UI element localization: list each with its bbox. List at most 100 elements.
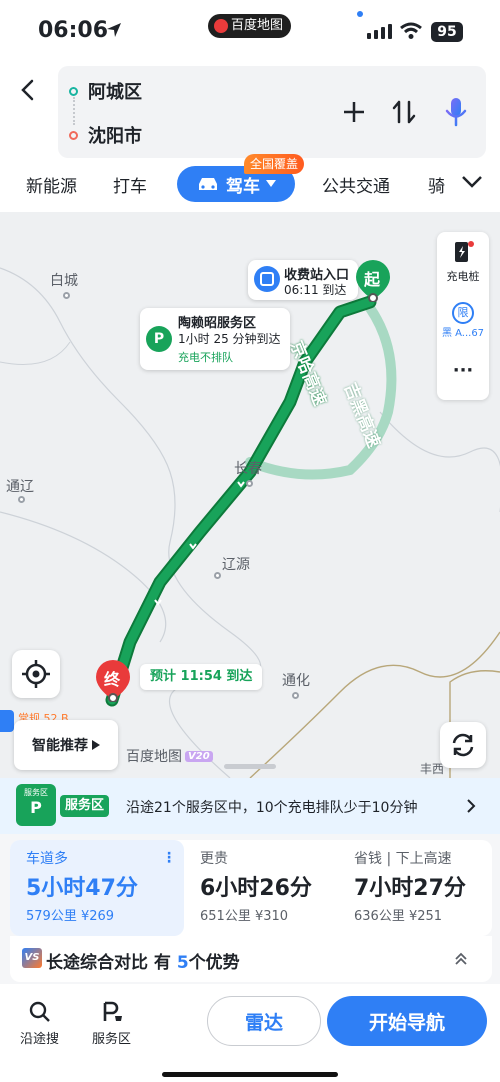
- bottom-action-bar: 沿途搜 服务区 雷达 开始导航: [0, 984, 500, 1082]
- route-option-1[interactable]: 车道多 5小时47分 579公里 ¥269 ⋮: [10, 840, 184, 936]
- compare-text: 长途综合对比 有 5个优势: [46, 953, 240, 973]
- locate-button[interactable]: [12, 650, 60, 698]
- service-area-note: 充电不排队: [178, 351, 233, 364]
- smart-recommend-label: 智能推荐: [32, 738, 88, 754]
- service-area-button[interactable]: 服务区: [92, 1000, 131, 1047]
- service-area-badge-icon: 服务区 P: [16, 784, 56, 826]
- service-area-chip: 服务区: [60, 795, 110, 817]
- city-label: 辽源: [222, 557, 250, 573]
- chevron-up-double-icon[interactable]: [454, 952, 468, 966]
- charging-pile-label: 充电桩: [446, 270, 480, 283]
- toll-time: 06:11 到达: [284, 283, 347, 297]
- route-option-tag: 更贵: [200, 851, 228, 867]
- city-dot: [214, 572, 221, 579]
- route-option-meta: 579公里 ¥269: [26, 909, 115, 924]
- car-icon: [199, 178, 217, 190]
- city-dot: [246, 480, 253, 487]
- route-option-meta: 636公里 ¥251: [354, 909, 443, 924]
- service-area-summary: 沿途21个服务区中，10个充电排队少于10分钟: [126, 800, 418, 816]
- privacy-dot: [357, 11, 363, 17]
- service-area-icon: P: [146, 326, 172, 352]
- charging-pile-button[interactable]: 充电桩: [437, 236, 489, 284]
- service-area-icon: [103, 1001, 122, 1021]
- caret-right-icon: [92, 740, 100, 750]
- route-option-meta: 651公里 ¥310: [200, 909, 289, 924]
- more-options-icon[interactable]: ⋮: [162, 850, 176, 866]
- origin-row[interactable]: 阿城区: [58, 78, 142, 104]
- destination-dot-icon: [69, 130, 78, 140]
- end-marker[interactable]: 终: [94, 658, 132, 703]
- route-option-2[interactable]: 更贵 6小时26分 651公里 ¥310: [200, 848, 312, 924]
- route-option-tag: 省钱 | 下上高速: [354, 851, 452, 867]
- city-label: 通辽: [6, 479, 34, 495]
- smart-recommend-button[interactable]: 智能推荐: [14, 720, 118, 770]
- start-marker-label: 起: [364, 270, 381, 289]
- route-sheet: 服务区 P 服务区 沿途21个服务区中，10个充电排队少于10分钟 车道多 5小…: [0, 778, 500, 1082]
- service-area-bar[interactable]: 服务区 P 服务区 沿途21个服务区中，10个充电排队少于10分钟: [0, 778, 500, 834]
- map-view[interactable]: 白城 通辽 长春 辽源 通化 丰西 京哈高速 吉黑高速 收费站入口 06:11 …: [0, 212, 500, 778]
- add-waypoint-icon[interactable]: [342, 100, 366, 124]
- travel-mode-tabs: 新能源 打车 驾车 全国覆盖 公共交通 骑: [0, 154, 500, 212]
- voice-icon[interactable]: [444, 96, 468, 128]
- tab-public-transit[interactable]: 公共交通: [322, 172, 390, 197]
- end-marker-label: 终: [104, 670, 121, 689]
- map-logo-text: 百度地图: [126, 749, 182, 765]
- city-dot: [63, 292, 70, 299]
- city-label: 长春: [234, 461, 262, 477]
- plate-limit-button[interactable]: 限 黑 A...67: [437, 298, 489, 339]
- eta-label: 预计 11:54 到达: [140, 664, 263, 690]
- toll-callout[interactable]: 收费站入口 06:11 到达: [248, 260, 358, 300]
- refresh-route-button[interactable]: [440, 722, 486, 768]
- search-along-label: 沿途搜: [20, 1032, 60, 1047]
- location-arrow-icon: [107, 23, 121, 37]
- tab-ride[interactable]: 骑: [428, 172, 445, 197]
- route-option-tag: 车道多: [26, 851, 68, 867]
- coverage-badge: 全国覆盖: [244, 154, 305, 174]
- start-marker[interactable]: 起: [354, 258, 392, 303]
- destination-row[interactable]: 沈阳市: [58, 122, 142, 148]
- origin-label: 阿城区: [88, 82, 142, 103]
- chevron-down-icon[interactable]: [461, 174, 483, 190]
- route-option-duration: 5小时47分: [26, 876, 138, 901]
- battery-indicator: 95: [431, 22, 463, 42]
- wifi-icon: [400, 22, 422, 39]
- tab-taxi[interactable]: 打车: [113, 172, 147, 197]
- destination-label: 沈阳市: [88, 126, 142, 147]
- charging-pile-icon: [455, 241, 474, 262]
- chevron-right-icon: [467, 799, 476, 813]
- cellular-signal-icon: [367, 24, 392, 39]
- route-input-box: 阿城区 沈阳市: [58, 66, 486, 158]
- route-option-3[interactable]: 省钱 | 下上高速 7小时27分 636公里 ¥251: [354, 848, 466, 924]
- city-label: 白城: [50, 273, 78, 289]
- map-logo: 百度地图 V20: [126, 746, 213, 766]
- search-icon: [29, 1001, 50, 1022]
- sheet-drag-handle[interactable]: [224, 764, 276, 769]
- limit-icon: 限: [452, 302, 474, 324]
- status-bar: 06:06 百度地图 95: [0, 0, 500, 62]
- caret-down-icon: [266, 180, 276, 187]
- service-area-callout[interactable]: P 陶赖昭服务区 1小时 25 分钟到达 充电不排队: [140, 308, 290, 370]
- service-area-time: 1小时 25 分钟到达: [178, 332, 281, 346]
- more-tools-button[interactable]: ···: [437, 360, 489, 381]
- map-logo-version: V20: [185, 750, 213, 762]
- back-icon[interactable]: [18, 78, 38, 102]
- city-dot: [292, 692, 299, 699]
- city-label: 通化: [282, 673, 310, 689]
- long-distance-compare[interactable]: VS 长途综合对比 有 5个优势: [10, 936, 492, 982]
- refresh-icon: [452, 733, 474, 757]
- app-indicator-label: 百度地图: [231, 18, 284, 33]
- route-options: 车道多 5小时47分 579公里 ¥269 ⋮ 更贵 6小时26分 651公里 …: [10, 840, 492, 936]
- search-along-button[interactable]: 沿途搜: [20, 1000, 59, 1047]
- origin-dot-icon: [69, 86, 78, 96]
- plate-limit-label: 黑 A...67: [441, 328, 485, 339]
- service-area-title: 陶赖昭服务区: [178, 316, 257, 331]
- start-navigation-button[interactable]: 开始导航: [327, 996, 487, 1046]
- city-dot: [18, 496, 25, 503]
- home-indicator: [162, 1072, 338, 1077]
- app-indicator-pill: 百度地图: [208, 14, 292, 38]
- service-area-badge-label: 服务区: [24, 788, 48, 797]
- status-time: 06:06: [38, 18, 109, 43]
- tab-new-energy[interactable]: 新能源: [26, 172, 77, 197]
- radar-button[interactable]: 雷达: [207, 996, 321, 1046]
- swap-icon[interactable]: [392, 98, 416, 126]
